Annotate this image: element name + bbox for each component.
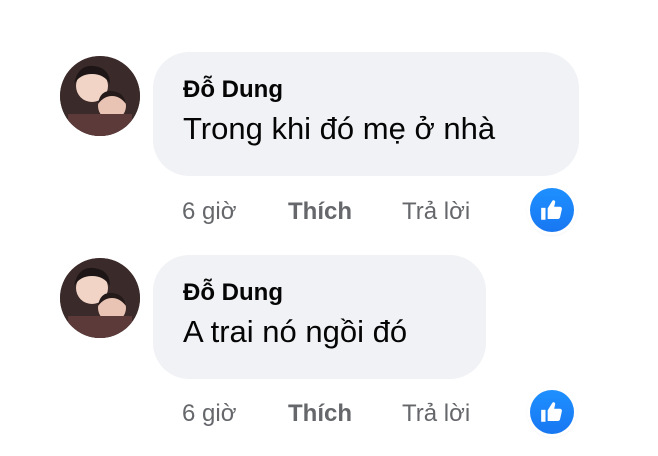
reply-button[interactable]: Trả lời [402, 399, 470, 429]
comment-timestamp[interactable]: 6 giờ [182, 399, 288, 429]
comment-author[interactable]: Đỗ Dung [183, 279, 456, 307]
comment-actions: 6 giờ Thích Trả lời [182, 399, 470, 429]
comment-timestamp[interactable]: 6 giờ [182, 197, 288, 227]
comment-author[interactable]: Đỗ Dung [183, 76, 549, 104]
avatar[interactable] [60, 258, 140, 338]
comment-bubble: Đỗ Dung A trai nó ngồi đó [153, 255, 486, 379]
reaction-badge[interactable] [530, 390, 574, 434]
thumbs-up-icon [541, 200, 562, 220]
comment-thread: { "comments": [ { "author": "Đỗ Dung", "… [0, 0, 658, 456]
comment-bubble: Đỗ Dung Trong khi đó mẹ ở nhà [153, 52, 579, 176]
comment-text: Trong khi đó mẹ ở nhà [183, 111, 496, 146]
like-button[interactable]: Thích [288, 197, 402, 227]
avatar[interactable] [60, 56, 140, 136]
avatar-photo [60, 56, 140, 136]
thumbs-up-icon [541, 402, 562, 422]
comment-text: A trai nó ngồi đó [183, 314, 408, 349]
like-button[interactable]: Thích [288, 399, 402, 429]
reply-button[interactable]: Trả lời [402, 197, 470, 227]
reaction-badge[interactable] [530, 188, 574, 232]
avatar-photo [60, 258, 140, 338]
comment-actions: 6 giờ Thích Trả lời [182, 197, 470, 227]
